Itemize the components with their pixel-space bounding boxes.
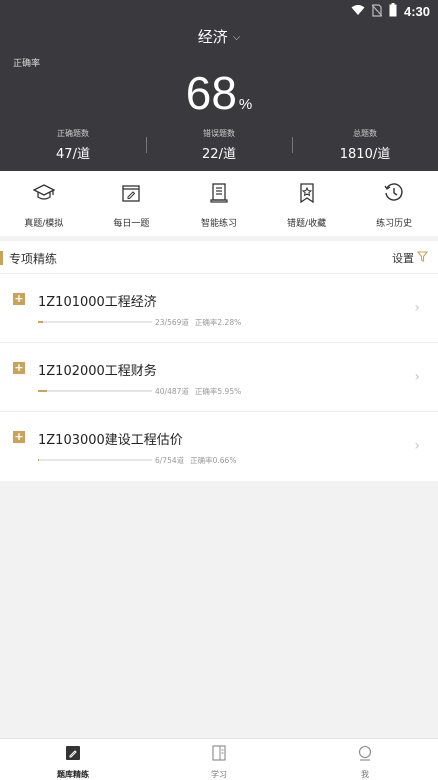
- progress-count: 23/569道: [155, 318, 189, 327]
- progress-fill: [38, 390, 48, 392]
- chapter-meta: 23/569道 正确率2.28%: [155, 317, 241, 328]
- section-accent-bar: [0, 251, 3, 265]
- book-icon: [211, 745, 227, 765]
- subject-label: 经济: [197, 28, 228, 46]
- accuracy-value: 68: [185, 67, 237, 119]
- subject-selector[interactable]: 经济 ⌵: [0, 26, 438, 47]
- chapter-meta: 6/754道 正确率0.66%: [155, 455, 236, 466]
- status-bar: 4:30: [0, 0, 438, 22]
- graduation-cap-icon: [32, 182, 56, 208]
- special-practice-section: 专项精练 设置 + 1Z101000工程经济 23/569道 正确率2.28% ›…: [0, 241, 438, 481]
- progress-fill: [38, 459, 39, 461]
- chapter-item[interactable]: + 1Z102000工程财务 40/487道 正确率5.95% ›: [0, 343, 438, 412]
- nav-label: 题库精练: [57, 770, 89, 779]
- bottom-nav: 题库精练 学习 我: [0, 738, 438, 780]
- stats-row: 正确题数 47/道 错误题数 22/道 总题数 1810/道: [0, 128, 438, 166]
- progress-count: 40/487道: [155, 387, 189, 396]
- stat-value: 1810/道: [339, 147, 391, 162]
- chevron-right-icon: ›: [414, 300, 420, 316]
- bookmark-star-icon: [296, 182, 318, 208]
- chapter-name: 1Z102000工程财务: [38, 364, 157, 379]
- action-label: 错题/收藏: [287, 219, 327, 229]
- accuracy-display: 68%: [0, 66, 438, 120]
- accuracy-rate: 正确率0.66%: [190, 456, 237, 465]
- chapter-name: 1Z101000工程经济: [38, 295, 157, 310]
- accuracy-unit: %: [238, 96, 253, 113]
- progress-count: 6/754道: [155, 456, 185, 465]
- expand-plus-icon[interactable]: +: [13, 293, 25, 305]
- chapter-meta: 40/487道 正确率5.95%: [155, 386, 241, 397]
- stat-value: 22/道: [202, 147, 236, 162]
- chevron-down-icon: ⌵: [232, 32, 241, 43]
- action-smart-practice[interactable]: 智能练习: [175, 171, 263, 236]
- wifi-icon: [351, 4, 365, 19]
- history-clock-icon: [383, 182, 405, 208]
- stat-label: 正确题数: [57, 129, 89, 138]
- chapter-item[interactable]: + 1Z101000工程经济 23/569道 正确率2.28% ›: [0, 274, 438, 343]
- stat-correct: 正确题数 47/道: [0, 128, 146, 166]
- filter-icon: [416, 251, 429, 265]
- expand-plus-icon[interactable]: +: [13, 431, 25, 443]
- progress-track: [38, 390, 152, 392]
- action-label: 真题/模拟: [24, 219, 64, 229]
- stat-label: 错误题数: [203, 129, 235, 138]
- nav-question-bank[interactable]: 题库精练: [0, 739, 146, 780]
- action-practice-history[interactable]: 练习历史: [350, 171, 438, 236]
- action-wrong-favorites[interactable]: 错题/收藏: [263, 171, 351, 236]
- chapter-item[interactable]: + 1Z103000建设工程估价 6/754道 正确率0.66% ›: [0, 412, 438, 481]
- no-sim-icon: [371, 3, 383, 20]
- status-time: 4:30: [403, 4, 430, 19]
- nav-me[interactable]: 我: [292, 739, 438, 780]
- chapter-name: 1Z103000建设工程估价: [38, 433, 183, 448]
- stat-value: 47/道: [56, 147, 90, 162]
- chevron-right-icon: ›: [414, 369, 420, 385]
- stat-label: 总题数: [353, 129, 377, 138]
- nav-label: 我: [361, 770, 369, 779]
- calendar-edit-icon: [120, 182, 142, 208]
- scroll-document-icon: [208, 182, 230, 208]
- battery-icon: [389, 3, 397, 20]
- section-header: 专项精练 设置: [0, 241, 438, 274]
- action-label: 练习历史: [376, 219, 413, 229]
- edit-square-icon: [65, 745, 81, 765]
- expand-plus-icon[interactable]: +: [13, 362, 25, 374]
- chevron-right-icon: ›: [414, 438, 420, 454]
- accuracy-rate: 正确率2.28%: [194, 318, 242, 327]
- nav-label: 学习: [211, 770, 227, 779]
- section-title: 专项精练: [9, 252, 58, 266]
- settings-label: 设置: [392, 252, 414, 265]
- progress-fill: [38, 321, 43, 323]
- action-daily-question[interactable]: 每日一题: [88, 171, 176, 236]
- profile-icon: [357, 745, 373, 765]
- stat-wrong: 错误题数 22/道: [146, 128, 292, 166]
- accuracy-rate: 正确率5.95%: [194, 387, 242, 396]
- stat-total: 总题数 1810/道: [292, 128, 438, 166]
- quick-actions: 真题/模拟 每日一题 智能练习 错题/收藏 练习历史: [0, 171, 438, 236]
- action-label: 每日一题: [113, 219, 150, 229]
- progress-track: [38, 459, 152, 461]
- action-label: 智能练习: [200, 219, 237, 229]
- nav-study[interactable]: 学习: [146, 739, 292, 780]
- progress-track: [38, 321, 152, 323]
- dashboard-header: 4:30 经济 ⌵ 正确率 68% 正确题数 47/道 错误题数 22/道 总题数…: [0, 0, 438, 171]
- settings-button[interactable]: 设置: [392, 250, 429, 266]
- action-exam-simulation[interactable]: 真题/模拟: [0, 171, 88, 236]
